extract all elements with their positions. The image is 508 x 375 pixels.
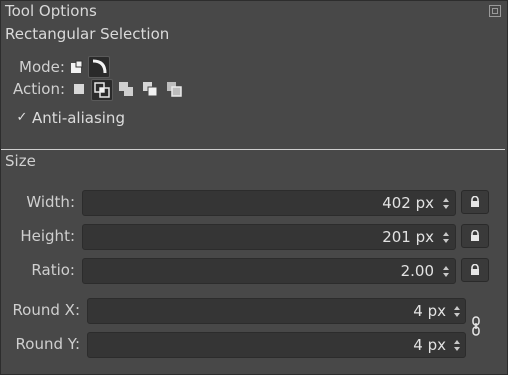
height-lock-button[interactable] [461, 224, 489, 248]
action-add-icon[interactable] [117, 80, 135, 98]
height-spinner[interactable] [439, 225, 453, 249]
round-x-label: Round X: [12, 301, 80, 319]
height-field[interactable]: 201 px [82, 224, 456, 250]
size-section-label: Size [5, 152, 36, 170]
mode-label: Mode: [19, 58, 65, 76]
ratio-spinner[interactable] [439, 259, 453, 283]
action-subtract-icon[interactable] [141, 80, 159, 98]
tool-name: Rectangular Selection [5, 25, 170, 43]
lock-icon [471, 264, 479, 275]
round-y-field[interactable]: 4 px [87, 332, 466, 358]
mode-rounded-icon[interactable] [88, 56, 110, 78]
height-label: Height: [20, 227, 75, 245]
lock-icon [471, 196, 479, 207]
round-y-label: Round Y: [15, 335, 80, 353]
round-x-field[interactable]: 4 px [87, 298, 466, 324]
action-replace-icon[interactable] [70, 80, 88, 98]
section-divider [1, 149, 505, 150]
float-panel-icon[interactable] [489, 5, 501, 17]
action-label: Action: [13, 80, 66, 98]
round-y-value: 4 px [413, 336, 446, 354]
lock-icon [471, 230, 479, 241]
round-x-spinner[interactable] [450, 299, 464, 323]
action-symmetric-icon[interactable] [165, 80, 183, 98]
mode-replace-icon[interactable] [68, 58, 86, 76]
width-label: Width: [26, 193, 75, 211]
ratio-lock-button[interactable] [461, 258, 489, 282]
width-field[interactable]: 402 px [82, 190, 456, 216]
tool-options-panel: Tool Options Rectangular Selection Mode:… [0, 0, 508, 375]
ratio-value: 2.00 [400, 262, 434, 280]
round-x-value: 4 px [413, 302, 446, 320]
height-value: 201 px [382, 228, 434, 246]
anti-aliasing-label: Anti-aliasing [32, 109, 125, 127]
ratio-label: Ratio: [31, 261, 75, 279]
ratio-field[interactable]: 2.00 [82, 258, 456, 284]
width-spinner[interactable] [439, 191, 453, 215]
anti-aliasing-checkbox[interactable]: ✓ [15, 111, 29, 125]
width-lock-button[interactable] [461, 190, 489, 214]
width-value: 402 px [382, 194, 434, 212]
chain-link-icon[interactable] [471, 315, 481, 337]
round-y-spinner[interactable] [450, 333, 464, 357]
panel-title: Tool Options [5, 2, 97, 20]
action-intersect-icon[interactable] [91, 79, 113, 101]
